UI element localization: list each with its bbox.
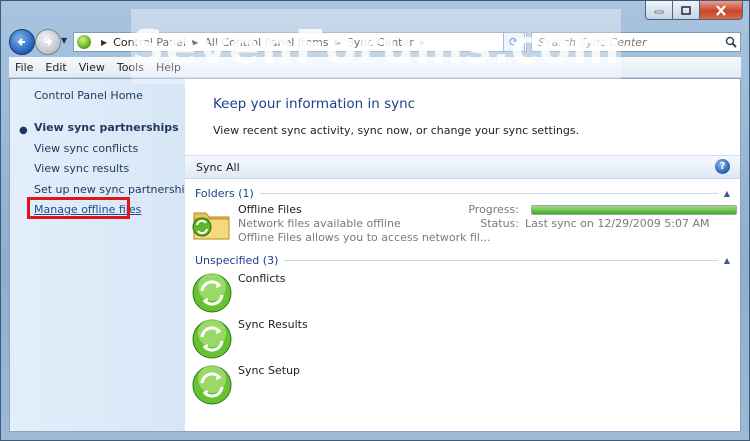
search-icon[interactable] [722,36,740,48]
progress-bar [531,205,737,215]
window-frame: SevenForums.com ▼ ▶ Control Panel ▶ All C… [0,0,750,441]
menu-view[interactable]: View [73,61,111,74]
search-input[interactable] [532,34,722,50]
search-box[interactable] [531,32,741,52]
sync-item-results[interactable]: Sync Results [191,318,730,362]
address-bar[interactable]: ▶ Control Panel ▶ All Control Panel Items… [73,32,527,52]
collapse-icon[interactable]: ▲ [724,256,730,265]
breadcrumb-all-items[interactable]: All Control Panel Items ▶ [204,36,347,49]
maximize-button[interactable] [672,1,699,20]
menu-help[interactable]: Help [150,61,187,74]
sync-all-button[interactable]: Sync All [196,161,240,174]
sync-icon [192,319,232,359]
forward-button[interactable] [35,29,61,55]
navigation-bar: ▼ ▶ Control Panel ▶ All Control Panel Ite… [9,28,741,55]
sync-item-conflicts[interactable]: Conflicts [191,272,730,316]
forward-arrow-icon [45,38,53,46]
minimize-button[interactable] [645,1,672,20]
status-value: Last sync on 12/29/2009 5:07 AM [525,217,710,230]
menu-bar: File Edit View Tools Help [9,57,741,78]
status-label: Status: [480,217,519,230]
item-detail: Offline Files allows you to access netwo… [238,231,491,244]
active-bullet: ● [19,125,28,136]
collapse-icon[interactable]: ▲ [724,189,730,198]
folder-sync-icon [192,212,230,240]
task-pane: Control Panel Home ● View sync partnersh… [10,79,197,431]
command-bar: Sync All ? [185,155,740,179]
client-area: Control Panel Home ● View sync partnersh… [9,78,741,432]
breadcrumb-control-panel[interactable]: Control Panel ▶ [113,36,204,49]
control-panel-icon [77,35,91,49]
item-name: Offline Files [238,203,302,216]
highlight-box [27,197,130,219]
progress-fill [532,206,736,214]
view-sync-results-link[interactable]: View sync results [34,162,129,175]
item-name: Sync Results [238,318,308,331]
group-header-folders[interactable]: Folders (1) ▲ [195,186,730,200]
menu-file[interactable]: File [9,61,39,74]
chevron-right-icon[interactable]: ▶ [192,38,198,47]
item-name: Sync Setup [238,364,301,377]
breadcrumb-sync-center[interactable]: Sync Center ▶ [347,36,432,49]
view-sync-conflicts-link[interactable]: View sync conflicts [34,142,138,155]
close-icon [716,4,726,16]
page-description: View recent sync activity, sync now, or … [213,124,580,137]
setup-sync-partnerships-link[interactable]: Set up new sync partnerships [34,183,197,196]
page-title: Keep your information in sync [213,96,416,112]
menu-edit[interactable]: Edit [39,61,72,74]
minimize-icon [654,10,664,14]
window-controls [645,1,743,20]
back-button[interactable] [9,29,35,55]
sync-icon [192,273,232,313]
close-button[interactable] [699,1,743,20]
control-panel-home-link[interactable]: Control Panel Home [34,89,143,102]
content-pane: Keep your information in sync View recen… [185,79,740,431]
refresh-button[interactable]: ⟳ [503,32,525,52]
chevron-right-icon[interactable]: ▶ [335,38,341,47]
recent-pages-dropdown[interactable]: ▼ [61,36,71,46]
chevron-right-icon[interactable]: ▶ [101,38,107,47]
item-name: Conflicts [238,272,286,285]
menu-tools[interactable]: Tools [111,61,150,74]
back-arrow-icon [17,38,25,46]
group-header-unspecified[interactable]: Unspecified (3) ▲ [195,253,730,267]
sync-icon [192,365,232,405]
help-icon[interactable]: ? [715,159,730,174]
chevron-right-icon[interactable]: ▶ [420,38,426,47]
item-description: Network files available offline [238,217,401,230]
sync-item-setup[interactable]: Sync Setup [191,364,730,408]
progress-label: Progress: [468,203,519,216]
view-sync-partnerships-link[interactable]: View sync partnerships [34,121,179,134]
maximize-icon [681,5,691,15]
sync-item-offline-files[interactable]: Offline Files Network files available of… [191,203,737,247]
refresh-icon: ⟳ [508,35,520,49]
